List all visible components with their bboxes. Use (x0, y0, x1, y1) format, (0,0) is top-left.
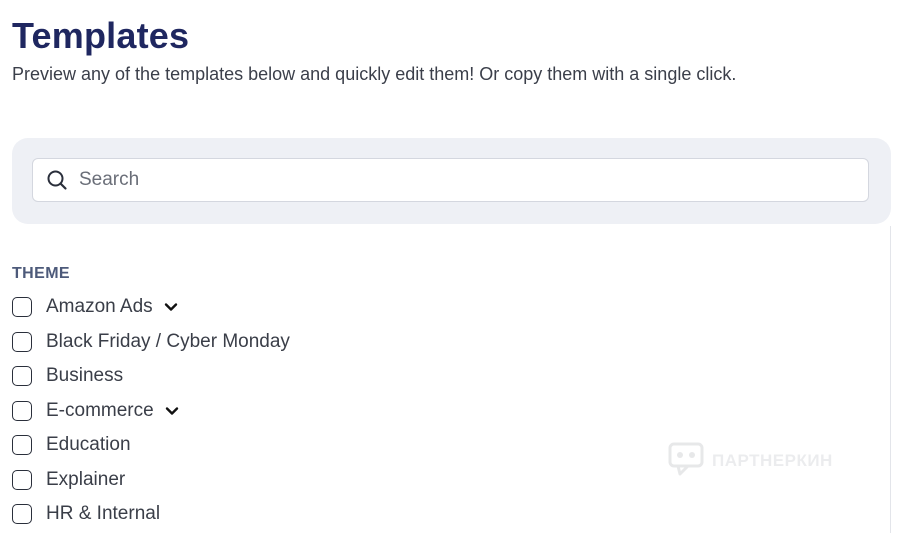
watermark: ПАРТНЕРКИН (668, 440, 833, 481)
page-subtitle: Preview any of the templates below and q… (12, 64, 737, 84)
checkbox[interactable] (12, 331, 32, 352)
templates-page: Templates Preview any of the templates b… (0, 0, 898, 533)
theme-item-business[interactable]: Business (12, 359, 290, 394)
theme-item-education[interactable]: Education (12, 428, 290, 463)
search-input[interactable] (77, 159, 841, 201)
theme-item-amazon-ads[interactable]: Amazon Ads (12, 290, 290, 325)
search-icon (46, 169, 68, 191)
watermark-text: ПАРТНЕРКИН (712, 450, 833, 470)
theme-label: Explainer (46, 468, 126, 490)
theme-label: Black Friday / Cyber Monday (46, 330, 290, 352)
theme-item-hr-internal[interactable]: HR & Internal (12, 497, 290, 532)
theme-item-e-commerce[interactable]: E-commerce (12, 394, 290, 429)
chevron-down-icon[interactable] (164, 403, 180, 419)
checkbox[interactable] (12, 469, 32, 490)
checkbox[interactable] (12, 504, 32, 525)
theme-item-black-friday-cyber-monday[interactable]: Black Friday / Cyber Monday (12, 325, 290, 360)
chevron-down-icon[interactable] (163, 299, 179, 315)
theme-label: HR & Internal (46, 503, 161, 525)
theme-filter-heading: THEME (12, 265, 70, 282)
checkbox[interactable] (12, 400, 32, 421)
theme-label: Education (46, 434, 131, 456)
theme-label: Amazon Ads (46, 296, 153, 318)
checkbox[interactable] (12, 435, 32, 456)
checkbox[interactable] (12, 366, 32, 387)
search-panel (12, 138, 891, 224)
theme-label: Business (46, 365, 124, 387)
search-box[interactable] (32, 158, 869, 202)
checkbox[interactable] (12, 297, 32, 318)
watermark-logo-icon (668, 440, 704, 481)
theme-item-explainer[interactable]: Explainer (12, 463, 290, 498)
theme-filter-list: Amazon Ads Black Friday / Cyber Monday B… (12, 290, 290, 532)
content-divider (890, 226, 891, 533)
theme-label: E-commerce (46, 399, 154, 421)
page-title: Templates (12, 15, 190, 56)
